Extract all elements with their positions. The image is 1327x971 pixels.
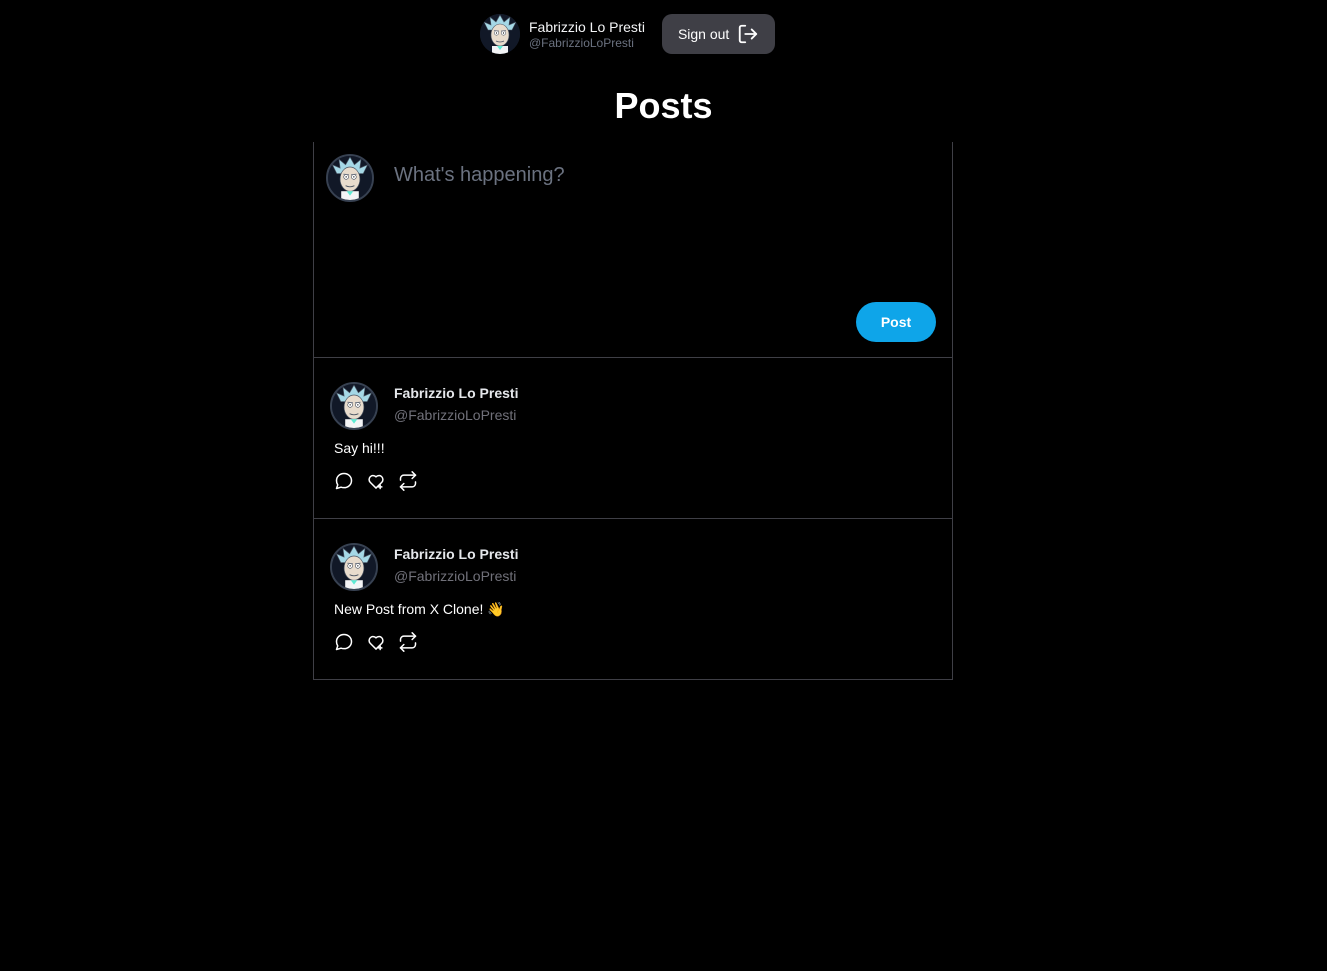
sign-out-button[interactable]: Sign out [661, 14, 776, 54]
reply-icon[interactable] [334, 632, 354, 652]
post-author-name[interactable]: Fabrizzio Lo Presti [394, 385, 518, 401]
top-bar: Fabrizzio Lo Presti @FabrizzioLoPresti S… [480, 13, 776, 55]
post-composer: Post [314, 142, 952, 358]
composer-avatar [326, 154, 374, 202]
feed: Post Fabrizzio Lo Presti @FabrizzioLoPre… [313, 142, 953, 680]
user-name: Fabrizzio Lo Presti [529, 18, 645, 35]
post-button[interactable]: Post [856, 302, 936, 342]
post-actions [334, 471, 418, 491]
like-icon[interactable] [366, 632, 386, 652]
repost-icon[interactable] [398, 632, 418, 652]
avatar-image [328, 156, 372, 200]
post-actions [334, 632, 418, 652]
user-handle: @FabrizzioLoPresti [529, 35, 634, 50]
post-author-avatar[interactable] [330, 543, 378, 591]
like-icon[interactable] [366, 471, 386, 491]
post-author-name[interactable]: Fabrizzio Lo Presti [394, 546, 518, 562]
compose-input[interactable] [394, 164, 914, 284]
avatar-image [332, 545, 376, 589]
post-content: Say hi!!! [334, 440, 385, 456]
post-content: New Post from X Clone! 👋 [334, 601, 505, 617]
post-author-handle: @FabrizzioLoPresti [394, 407, 517, 423]
avatar-image [480, 14, 520, 54]
repost-icon[interactable] [398, 471, 418, 491]
post-author-handle: @FabrizzioLoPresti [394, 568, 517, 584]
post-author-avatar[interactable] [330, 382, 378, 430]
page-title: Posts [614, 85, 713, 126]
sign-out-icon [739, 24, 758, 44]
post-item: Fabrizzio Lo Presti @FabrizzioLoPresti S… [314, 358, 952, 519]
reply-icon[interactable] [334, 471, 354, 491]
sign-out-label: Sign out [677, 26, 730, 42]
avatar-image [332, 384, 376, 428]
post-item: Fabrizzio Lo Presti @FabrizzioLoPresti N… [314, 519, 952, 679]
user-avatar[interactable] [480, 14, 520, 54]
user-info: Fabrizzio Lo Presti @FabrizzioLoPresti [529, 18, 645, 51]
